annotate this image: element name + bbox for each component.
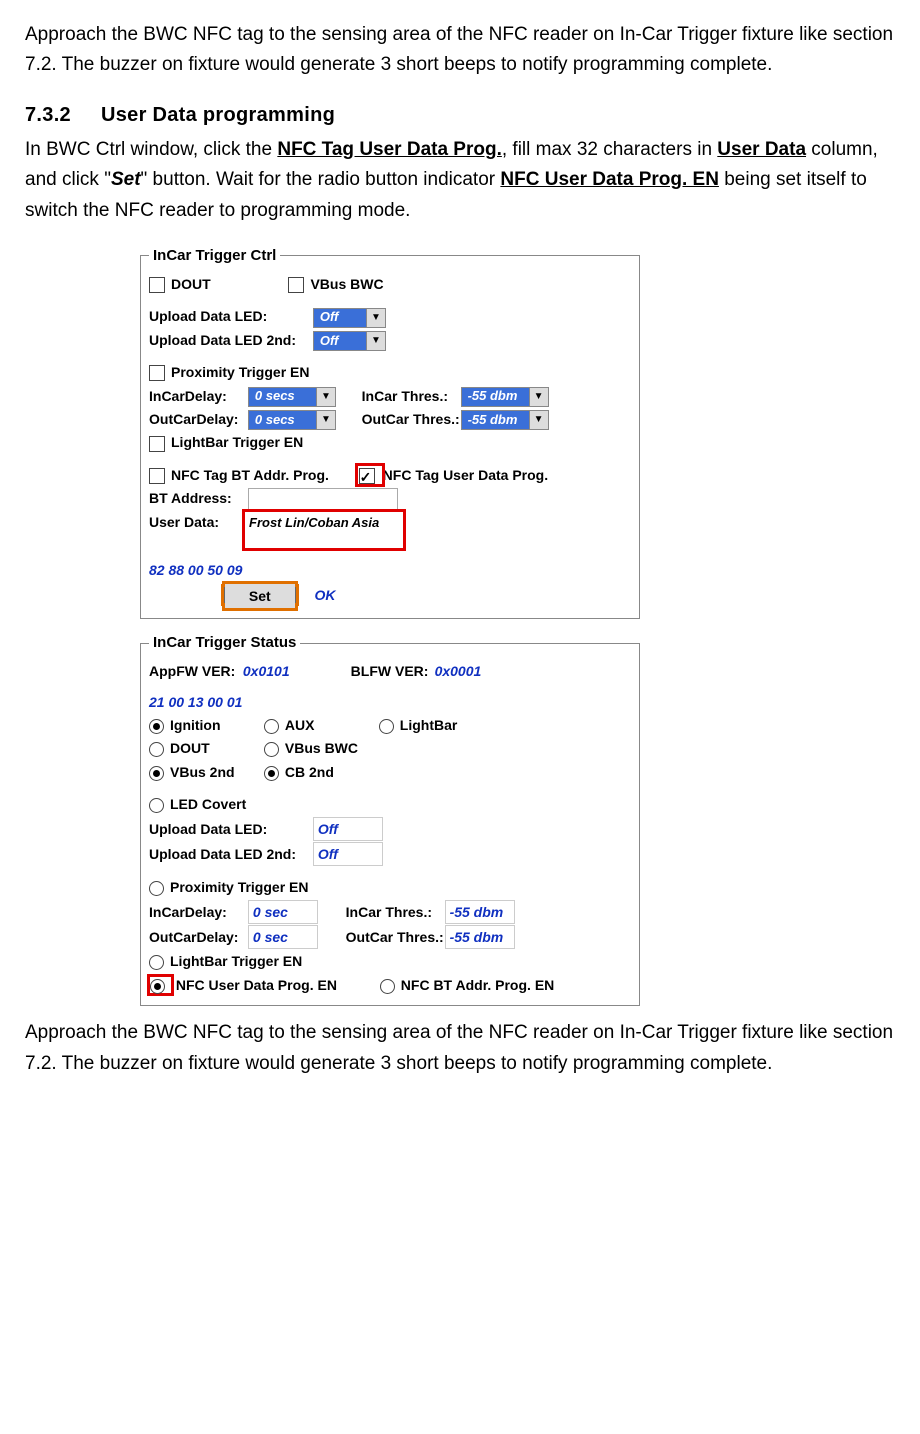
vbus-2nd-label: VBus 2nd: [170, 761, 260, 783]
status-outcardelay-value: 0 sec: [248, 925, 318, 949]
appfw-ver-label: AppFW VER:: [149, 660, 239, 682]
status-legend: InCar Trigger Status: [149, 631, 300, 655]
dout-label: DOUT: [171, 273, 211, 295]
upload-data-led-value: Off: [313, 308, 367, 328]
status-incarthres-label: InCar Thres.:: [346, 901, 441, 923]
outcardelay-label: OutCarDelay:: [149, 408, 244, 430]
chevron-down-icon: ▼: [367, 331, 386, 351]
lightbar-trigger-label: LightBar Trigger EN: [171, 431, 303, 453]
blfw-ver-value: 0x0001: [435, 663, 482, 679]
ctrl-ok-status: OK: [314, 587, 335, 603]
section-heading: 7.3.2 User Data programming: [25, 99, 895, 131]
lightbar-trigger-checkbox[interactable]: [149, 436, 165, 452]
status-outcarthres-label: OutCar Thres.:: [346, 926, 441, 948]
outcardelay-dropdown[interactable]: 0 secs ▼: [248, 410, 336, 430]
upload-data-led-dropdown[interactable]: Off ▼: [313, 308, 386, 328]
nfc-bt-addr-label: NFC Tag BT Addr. Prog.: [171, 464, 329, 486]
status-proximity-radio[interactable]: [149, 881, 164, 896]
status-incardelay-value: 0 sec: [248, 900, 318, 924]
incardelay-dropdown[interactable]: 0 secs ▼: [248, 387, 336, 407]
status-upload-led-value: Off: [313, 817, 383, 841]
appfw-ver-value: 0x0101: [243, 660, 323, 682]
vbus-2nd-radio[interactable]: [149, 766, 164, 781]
bt-address-label: BT Address:: [149, 487, 244, 509]
upload-data-led-label: Upload Data LED:: [149, 305, 309, 327]
chevron-down-icon: ▼: [367, 308, 386, 328]
status-upload-led-2nd-label: Upload Data LED 2nd:: [149, 843, 309, 865]
nfc-user-data-checkbox[interactable]: [359, 468, 375, 484]
chevron-down-icon: ▼: [530, 387, 549, 407]
blfw-ver-label: BLFW VER:: [351, 660, 431, 682]
nfc-bt-addr-prog-en-radio[interactable]: [380, 979, 395, 994]
ref-nfc-user-data-prog-en: NFC User Data Prog. EN: [500, 169, 719, 190]
chevron-down-icon: ▼: [317, 387, 336, 407]
closing-paragraph: Approach the BWC NFC tag to the sensing …: [25, 1018, 895, 1079]
incar-trigger-status-panel: InCar Trigger Status AppFW VER: 0x0101 B…: [140, 631, 640, 1006]
section-title: User Data programming: [101, 104, 335, 126]
proximity-trigger-label: Proximity Trigger EN: [171, 361, 309, 383]
incarthres-value: -55 dbm: [461, 387, 530, 407]
status-hex: 21 00 13 00 01: [149, 694, 242, 710]
status-outcarthres-value: -55 dbm: [445, 925, 515, 949]
cb-2nd-radio[interactable]: [264, 766, 279, 781]
vbus-bwc-label: VBus BWC: [310, 273, 383, 295]
incarthres-label: InCar Thres.:: [362, 385, 457, 407]
status-upload-led-2nd-value: Off: [313, 842, 383, 866]
proximity-trigger-checkbox[interactable]: [149, 365, 165, 381]
status-proximity-label: Proximity Trigger EN: [170, 876, 308, 898]
dout-status-label: DOUT: [170, 737, 260, 759]
aux-radio[interactable]: [264, 719, 279, 734]
nfc-user-data-prog-en-label: NFC User Data Prog. EN: [176, 974, 376, 996]
ignition-label: Ignition: [170, 714, 260, 736]
ref-nfc-tag-user-data-prog: NFC Tag User Data Prog.: [277, 139, 502, 160]
ctrl-hex-status: 82 88 00 50 09: [149, 562, 242, 578]
nfc-user-data-label: NFC Tag User Data Prog.: [383, 464, 548, 486]
ignition-radio[interactable]: [149, 719, 164, 734]
ref-set-button: Set: [111, 169, 141, 190]
led-covert-radio[interactable]: [149, 798, 164, 813]
vbus-bwc-checkbox[interactable]: [288, 277, 304, 293]
lightbar-label: LightBar: [400, 714, 458, 736]
upload-data-led-2nd-value: Off: [313, 331, 367, 351]
incardelay-label: InCarDelay:: [149, 385, 244, 407]
lightbar-radio[interactable]: [379, 719, 394, 734]
user-data-input[interactable]: Frost Lin/Coban Asia: [244, 511, 404, 549]
user-data-label: User Data:: [149, 511, 244, 533]
status-outcardelay-label: OutCarDelay:: [149, 926, 244, 948]
instruction-paragraph: In BWC Ctrl window, click the NFC Tag Us…: [25, 135, 895, 226]
upload-data-led-2nd-label: Upload Data LED 2nd:: [149, 329, 309, 351]
dout-checkbox[interactable]: [149, 277, 165, 293]
status-lightbar-trigger-radio[interactable]: [149, 955, 164, 970]
nfc-user-data-prog-en-radio[interactable]: [150, 979, 165, 994]
vbus-bwc-radio[interactable]: [264, 742, 279, 757]
outcarthres-value: -55 dbm: [461, 410, 530, 430]
ref-user-data: User Data: [717, 139, 806, 160]
incardelay-value: 0 secs: [248, 387, 317, 407]
chevron-down-icon: ▼: [530, 410, 549, 430]
chevron-down-icon: ▼: [317, 410, 336, 430]
incarthres-dropdown[interactable]: -55 dbm ▼: [461, 387, 549, 407]
cb-2nd-label: CB 2nd: [285, 761, 334, 783]
status-incardelay-label: InCarDelay:: [149, 901, 244, 923]
status-lightbar-trigger-label: LightBar Trigger EN: [170, 950, 302, 972]
section-number: 7.3.2: [25, 104, 71, 126]
upload-data-led-2nd-dropdown[interactable]: Off ▼: [313, 331, 386, 351]
aux-label: AUX: [285, 714, 375, 736]
vbus-bwc-status-label: VBus BWC: [285, 737, 358, 759]
status-upload-led-label: Upload Data LED:: [149, 818, 309, 840]
bt-address-input[interactable]: [248, 488, 398, 510]
incar-trigger-ctrl-panel: InCar Trigger Ctrl DOUT VBus BWC Upload …: [140, 244, 640, 619]
outcardelay-value: 0 secs: [248, 410, 317, 430]
nfc-bt-addr-checkbox[interactable]: [149, 468, 165, 484]
led-covert-label: LED Covert: [170, 793, 246, 815]
nfc-bt-addr-prog-en-label: NFC BT Addr. Prog. EN: [401, 974, 554, 996]
dout-radio[interactable]: [149, 742, 164, 757]
outcarthres-dropdown[interactable]: -55 dbm ▼: [461, 410, 549, 430]
intro-paragraph: Approach the BWC NFC tag to the sensing …: [25, 20, 895, 81]
outcarthres-label: OutCar Thres.:: [362, 408, 457, 430]
status-incarthres-value: -55 dbm: [445, 900, 515, 924]
set-button[interactable]: Set: [224, 583, 296, 609]
ctrl-legend: InCar Trigger Ctrl: [149, 244, 280, 268]
